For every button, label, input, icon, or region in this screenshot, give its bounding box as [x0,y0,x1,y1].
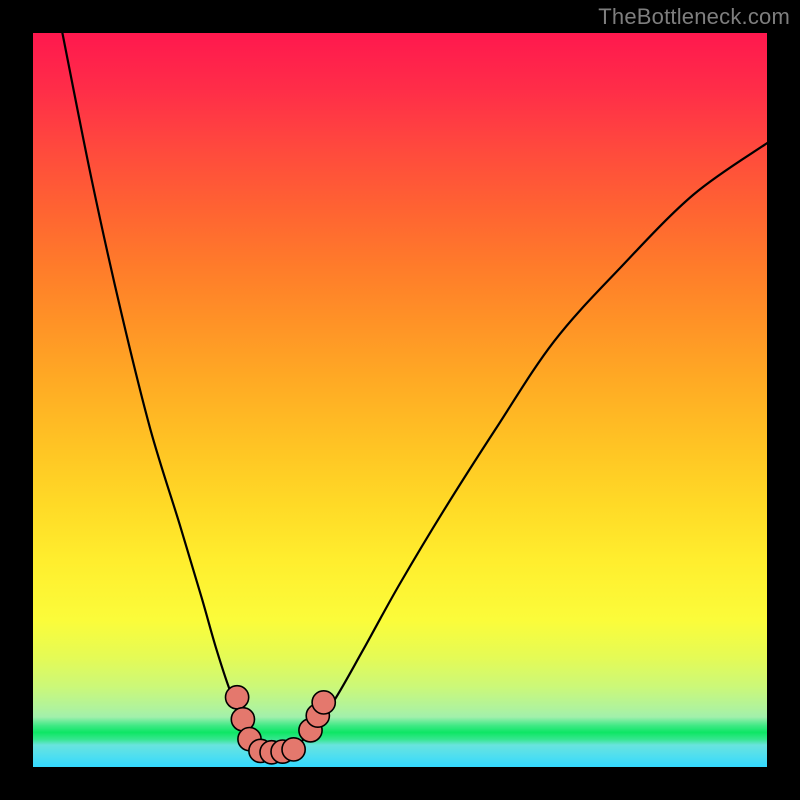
plot-area [33,33,767,767]
curve-layer [33,33,767,767]
data-marker [226,686,249,709]
markers-group [226,686,336,764]
bottleneck-curve [62,33,767,753]
watermark-label: TheBottleneck.com [598,4,790,30]
data-marker [312,691,335,714]
data-marker [282,738,305,761]
chart-frame: TheBottleneck.com [0,0,800,800]
